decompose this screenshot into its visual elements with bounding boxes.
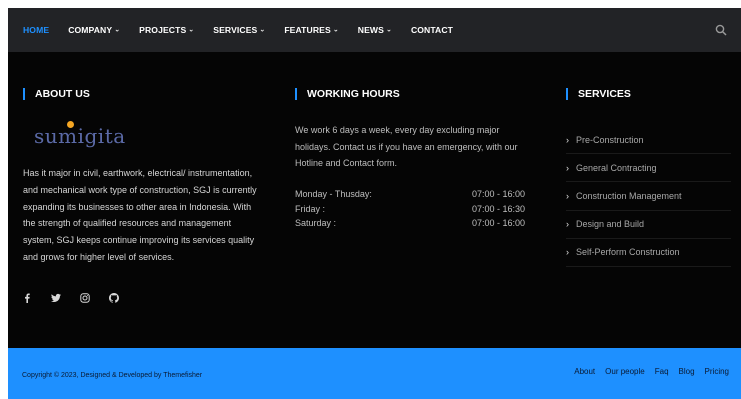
- chevron-down-icon: ⌄: [259, 26, 266, 34]
- hours-table: Monday - Thusday: 07:00 - 16:00 Friday :…: [295, 189, 525, 233]
- nav-item-services[interactable]: SERVICES ⌄: [213, 25, 265, 35]
- service-label: Design and Build: [576, 219, 645, 230]
- about-title-text: ABOUT US: [35, 88, 90, 100]
- service-label: Construction Management: [576, 190, 682, 201]
- hours-day: Friday :: [295, 203, 326, 214]
- footer-link-faq[interactable]: Faq: [655, 367, 669, 376]
- search-icon[interactable]: [715, 24, 727, 36]
- chevron-right-icon: ›: [566, 134, 569, 145]
- footer-link-pricing[interactable]: Pricing: [705, 367, 729, 376]
- nav-item-home[interactable]: HOME: [23, 25, 49, 35]
- copyright-text: Copyright © 2023, Designed & Developed b…: [22, 372, 203, 379]
- chevron-right-icon: ›: [566, 247, 569, 258]
- hours-time: 07:00 - 16:30: [471, 203, 525, 214]
- about-title: ABOUT US: [23, 88, 90, 100]
- facebook-icon[interactable]: [22, 293, 32, 303]
- chevron-right-icon: ›: [566, 219, 569, 230]
- chevron-down-icon: ⌄: [332, 26, 339, 34]
- chevron-down-icon: ⌄: [188, 26, 195, 34]
- social-links: [22, 293, 119, 303]
- services-column: SERVICES: [566, 88, 631, 100]
- hours-row: Friday : 07:00 - 16:30: [295, 204, 525, 219]
- hours-time: 07:00 - 16:00: [471, 189, 525, 199]
- nav-item-news[interactable]: NEWS ⌄: [358, 25, 392, 35]
- hours-title-text: WORKING HOURS: [307, 88, 400, 100]
- github-icon[interactable]: [109, 293, 119, 303]
- nav-item-label: HOME: [23, 25, 50, 35]
- services-title: SERVICES: [566, 88, 631, 100]
- footer-link-about[interactable]: About: [574, 367, 595, 376]
- nav-item-company[interactable]: COMPANY ⌄: [68, 25, 120, 35]
- twitter-icon[interactable]: [51, 293, 61, 303]
- hours-row: Monday - Thusday: 07:00 - 16:00: [295, 189, 525, 204]
- service-label: Pre-Construction: [576, 134, 644, 145]
- footer-link-our-people[interactable]: Our people: [605, 367, 645, 376]
- nav-item-label: NEWS: [357, 25, 384, 35]
- nav-item-projects[interactable]: PROJECTS ⌄: [139, 25, 194, 35]
- nav-item-label: PROJECTS: [139, 25, 187, 35]
- nav-item-features[interactable]: FEATURES ⌄: [284, 25, 338, 35]
- title-accent-bar: [295, 88, 297, 100]
- service-label: General Contracting: [576, 162, 657, 173]
- hours-description: We work 6 days a week, every day excludi…: [295, 125, 518, 168]
- title-accent-bar: [566, 88, 568, 100]
- hours-time: 07:00 - 16:00: [471, 218, 525, 228]
- hours-row: Saturday : 07:00 - 16:00: [295, 218, 525, 233]
- service-link-construction-management[interactable]: › Construction Management: [566, 182, 731, 211]
- service-label: Self-Perform Construction: [576, 247, 680, 258]
- hours-column: WORKING HOURS: [295, 88, 400, 100]
- service-link-general-contracting[interactable]: › General Contracting: [566, 154, 731, 183]
- services-list: › Pre-Construction › General Contracting…: [566, 126, 731, 267]
- footer-link-blog[interactable]: Blog: [679, 367, 695, 376]
- chevron-down-icon: ⌄: [114, 26, 121, 34]
- nav-item-label: COMPANY: [68, 25, 113, 35]
- nav-item-label: CONTACT: [410, 25, 454, 35]
- logo[interactable]: sumigita: [34, 124, 126, 148]
- service-link-design-and-build[interactable]: › Design and Build: [566, 211, 731, 239]
- chevron-down-icon: ⌄: [385, 26, 392, 34]
- hours-day: Saturday :: [295, 218, 337, 228]
- logo-dot: [67, 121, 74, 128]
- footer-links: About Our people Faq Blog Pricing: [574, 367, 729, 376]
- page-frame: HOME COMPANY ⌄ PROJECTS ⌄ SERVICES ⌄ FEA…: [8, 8, 741, 399]
- hours-day: Monday - Thusday:: [295, 189, 372, 199]
- instagram-icon[interactable]: [80, 293, 90, 303]
- nav-item-label: SERVICES: [213, 25, 258, 35]
- service-link-self-perform-construction[interactable]: › Self-Perform Construction: [566, 239, 731, 267]
- nav-items: HOME COMPANY ⌄ PROJECTS ⌄ SERVICES ⌄ FEA…: [23, 25, 472, 35]
- title-accent-bar: [23, 88, 25, 100]
- footer-bar: Copyright © 2023, Designed & Developed b…: [8, 348, 741, 399]
- services-title-text: SERVICES: [578, 88, 631, 100]
- nav-item-contact[interactable]: CONTACT: [411, 25, 453, 35]
- chevron-right-icon: ›: [566, 190, 569, 201]
- main-nav: HOME COMPANY ⌄ PROJECTS ⌄ SERVICES ⌄ FEA…: [8, 8, 741, 52]
- about-description: Has it major in civil, earthwork, electr…: [23, 168, 257, 262]
- about-column: ABOUT US: [23, 88, 90, 100]
- hours-title: WORKING HOURS: [295, 88, 400, 100]
- nav-item-label: FEATURES: [284, 25, 331, 35]
- service-link-pre-construction[interactable]: › Pre-Construction: [566, 126, 731, 155]
- chevron-right-icon: ›: [566, 162, 569, 173]
